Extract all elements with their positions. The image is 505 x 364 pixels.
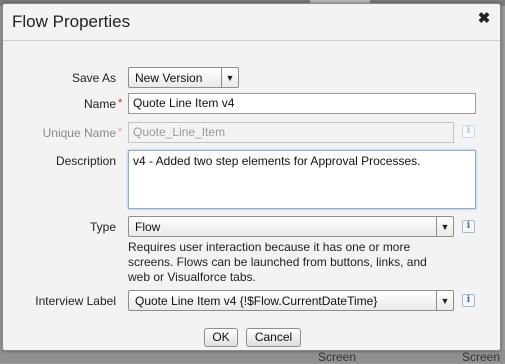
dialog-title: Flow Properties [12,12,131,31]
background-screen-label: Screen [462,350,501,364]
type-value: Flow [135,220,161,234]
close-icon[interactable]: ✖ [476,11,492,27]
cancel-button[interactable]: Cancel [246,328,301,347]
description-label: Description [55,154,116,168]
name-field[interactable]: Quote Line Item v4 [128,93,476,114]
type-help-text: Requires user interaction because it has… [128,240,427,284]
unique-name-field: Quote_Line_Item [128,122,454,143]
save-as-label: Save As [71,71,116,85]
chevron-down-icon[interactable]: ▼ [221,68,238,87]
save-as-select[interactable]: New Version ▼ [128,67,239,88]
save-as-value: New Version [135,71,203,85]
interview-label-label: Interview Label [35,294,116,308]
interview-label-value: Quote Line Item v4 {!$Flow.CurrentDateTi… [135,294,378,308]
dialog-header: Flow Properties ✖ [3,4,500,41]
interview-label-combobox[interactable]: Quote Line Item v4 {!$Flow.CurrentDateTi… [128,290,454,311]
chevron-down-icon[interactable]: ▼ [436,291,453,310]
info-icon[interactable]: i [462,294,475,307]
info-icon[interactable]: i [462,125,475,138]
background-screen-label: Screen [318,350,357,364]
background-canvas: Screen Screen [0,350,505,364]
type-select[interactable]: Flow ▼ [128,216,454,237]
ok-button[interactable]: OK [204,328,238,347]
info-icon[interactable]: i [462,220,475,233]
description-textarea[interactable]: v4 - Added two step elements for Approva… [128,150,476,209]
name-label: Name [83,97,116,111]
required-indicator: * [118,126,123,138]
chevron-down-icon[interactable]: ▼ [436,217,453,236]
unique-name-label: Unique Name [42,126,116,140]
type-label: Type [89,220,116,234]
required-indicator: * [118,97,123,109]
